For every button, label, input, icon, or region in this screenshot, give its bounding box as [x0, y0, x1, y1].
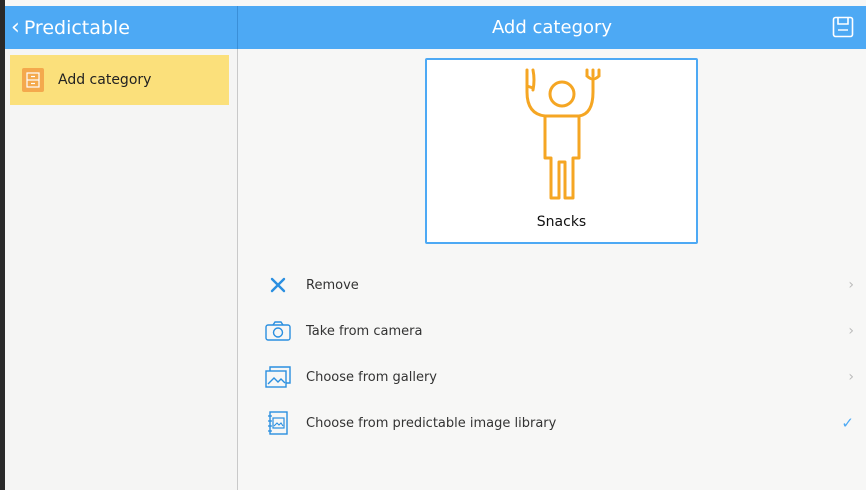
chevron-left-icon: ‹: [11, 14, 20, 40]
option-remove[interactable]: Remove ›: [264, 262, 854, 308]
sidebar-item-label: Add category: [58, 72, 152, 88]
image-library-icon: [264, 409, 292, 437]
sidebar: Add category: [5, 49, 238, 490]
back-button[interactable]: ‹ Predictable: [5, 6, 238, 49]
option-label: Remove: [306, 277, 359, 293]
snacks-person-icon: [525, 68, 601, 200]
page-title: Add category: [491, 17, 613, 38]
chevron-right-icon: ›: [848, 277, 854, 293]
option-label: Choose from predictable image library: [306, 415, 557, 431]
category-preview-card[interactable]: Snacks: [425, 58, 698, 244]
close-icon: [264, 271, 292, 299]
chevron-right-icon: ›: [848, 323, 854, 339]
option-label: Take from camera: [306, 323, 423, 339]
gallery-icon: [264, 363, 292, 391]
back-label: Predictable: [23, 16, 130, 39]
option-take-from-camera[interactable]: Take from camera ›: [264, 308, 854, 354]
app-frame: ‹ Predictable Add category Add category: [5, 0, 866, 490]
preview-label: Snacks: [536, 214, 587, 230]
save-icon[interactable]: [832, 16, 854, 38]
image-options-list: Remove › Take from camera › Choose from …: [264, 262, 854, 446]
checkmark-icon: ✓: [841, 414, 854, 432]
chevron-right-icon: ›: [848, 369, 854, 385]
camera-icon: [264, 317, 292, 345]
category-icon: [22, 68, 44, 92]
top-bar: ‹ Predictable Add category: [5, 6, 866, 49]
sidebar-item-add-category[interactable]: Add category: [10, 55, 229, 105]
option-label: Choose from gallery: [306, 369, 437, 385]
option-choose-from-gallery[interactable]: Choose from gallery ›: [264, 354, 854, 400]
option-choose-from-library[interactable]: Choose from predictable image library ✓: [264, 400, 854, 446]
